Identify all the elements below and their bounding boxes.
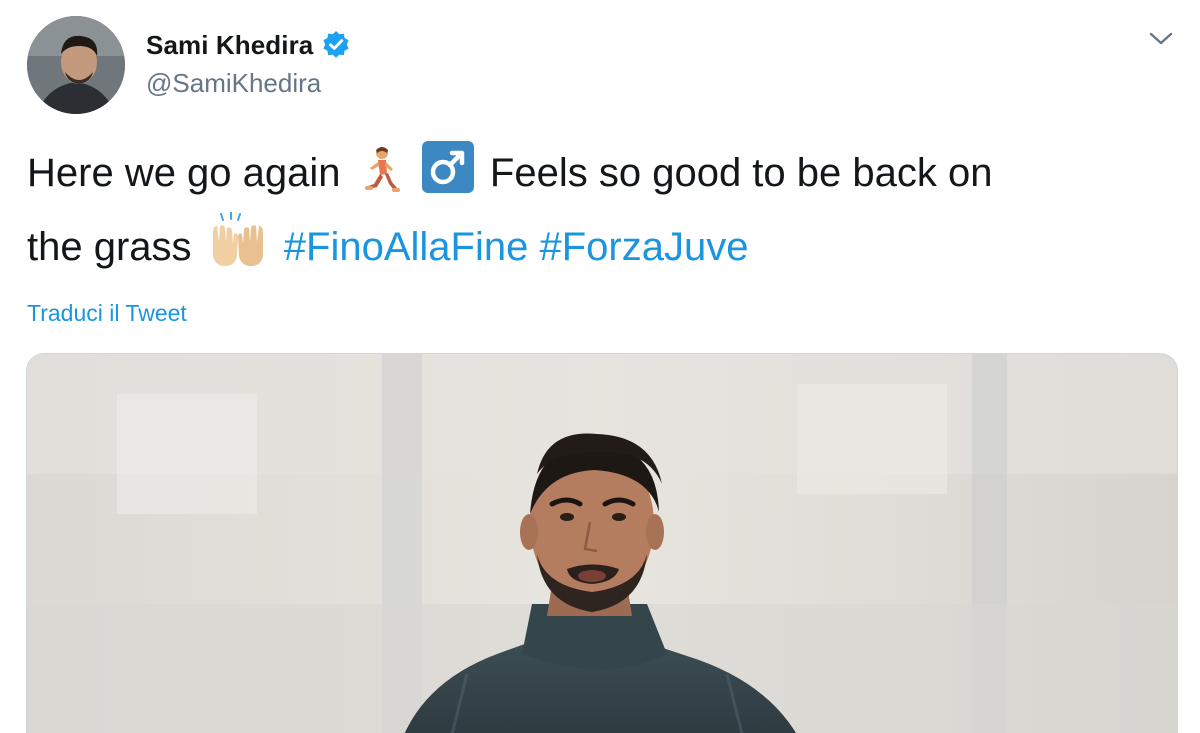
hashtag-fino-alla-fine[interactable]: #FinoAllaFine: [284, 225, 529, 269]
male-sign-emoji: [421, 140, 475, 212]
tweet-photo[interactable]: [26, 353, 1178, 733]
tweet-text: Here we go again Feels so good to be bac…: [27, 140, 1177, 286]
author-name-row[interactable]: Sami Khedira: [146, 28, 351, 62]
author-handle[interactable]: @SamiKhedira: [146, 68, 321, 99]
translate-tweet-link[interactable]: Traduci il Tweet: [27, 300, 187, 327]
hashtag-forza-juve[interactable]: #ForzaJuve: [539, 225, 748, 269]
tweet-text-part-3: the grass: [27, 225, 192, 269]
tweet-text-part-2: Feels so good to be back on: [489, 151, 993, 195]
avatar[interactable]: [27, 16, 125, 114]
running-man-emoji: [356, 144, 402, 212]
tweet-card: Sami Khedira @SamiKhedira Here we go aga…: [0, 0, 1200, 733]
tweet-text-part-1: Here we go again: [27, 151, 341, 195]
author-display-name[interactable]: Sami Khedira: [146, 30, 313, 61]
raising-hands-emoji: [207, 211, 269, 286]
chevron-down-icon[interactable]: [1147, 28, 1175, 50]
verified-badge-icon: [321, 30, 351, 60]
